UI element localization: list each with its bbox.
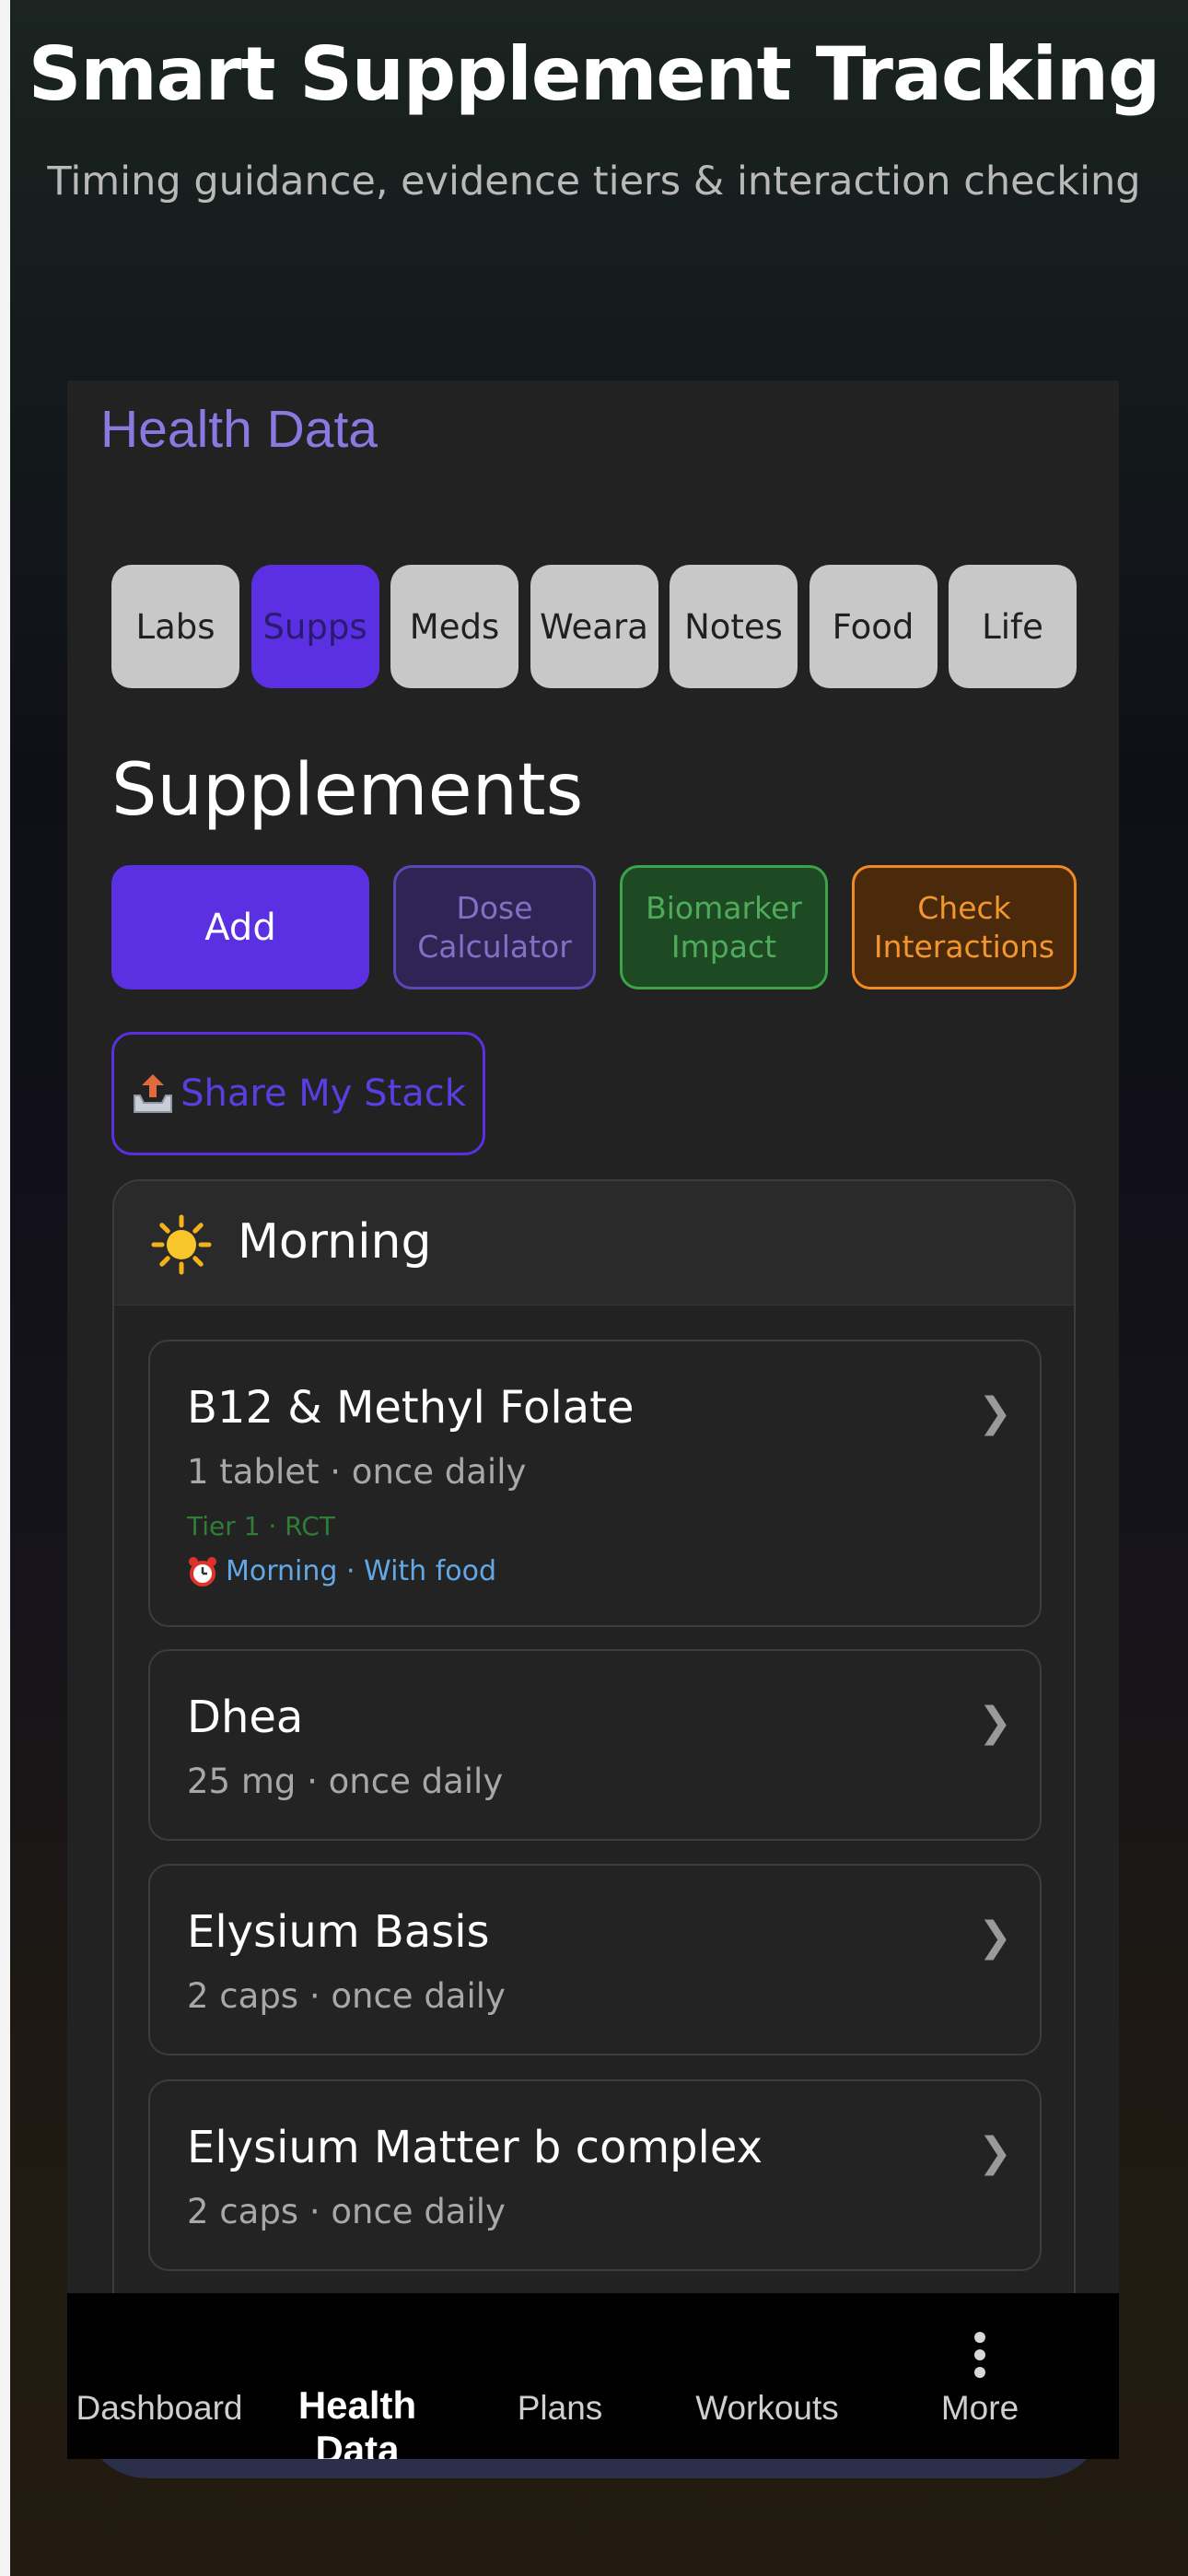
add-button[interactable]: Add [111,865,369,989]
supplement-card[interactable]: B12 & Methyl Folate 1 tablet · once dail… [148,1340,1042,1627]
tab-supps[interactable]: Supps [250,565,379,688]
add-button-label: Add [204,906,276,949]
chevron-right-icon: ❯ [978,2129,1012,2176]
supplement-name: Elysium Basis [187,1906,490,1958]
nav-dashboard-label: Dashboard [76,2389,243,2427]
dose-calculator-label-line2: Calculator [417,928,572,965]
evidence-tier: Tier 1 · RCT [187,1511,335,1541]
chevron-right-icon: ❯ [978,1699,1012,1746]
more-vertical-icon [974,2332,985,2384]
action-row: Add Dose Calculator Biomarker Impact Che… [111,865,1077,989]
supplement-dose: 2 caps · once daily [187,2192,506,2231]
sun-icon [151,1214,212,1275]
tab-labs[interactable]: Labs [111,565,239,688]
timing-guidance: Morning · With food [187,1555,496,1587]
tab-meds[interactable]: Meds [390,565,518,688]
share-stack-button[interactable]: Share My Stack [111,1032,485,1155]
window-edge [0,0,10,2576]
morning-group-header[interactable]: Morning [114,1181,1074,1306]
nav-workouts[interactable]: Workouts [657,2293,878,2459]
check-interactions-button[interactable]: Check Interactions [852,865,1077,989]
nav-more-label: More [940,2389,1019,2427]
biomarker-impact-label-line2: Impact [670,928,777,965]
biomarker-impact-label-line1: Biomarker [646,890,802,927]
tab-notes[interactable]: Notes [670,565,798,688]
supplement-card[interactable]: Dhea 25 mg · once daily ❯ [148,1649,1042,1841]
tab-bar: Labs Supps Meds Weara Notes Food Life [111,565,1077,688]
hero-subtitle: Timing guidance, evidence tiers & intera… [47,158,1141,205]
group-label: Morning [238,1214,432,1270]
morning-group: Morning B12 & Methyl Folate 1 tablet · o… [112,1179,1076,2459]
tab-life[interactable]: Life [949,565,1077,688]
hero-title: Smart Supplement Tracking [28,31,1160,117]
section-title: Supplements [111,749,584,832]
supplement-card[interactable]: Elysium Matter b complex 2 caps · once d… [148,2079,1042,2271]
dose-calculator-label-line1: Dose [456,890,533,927]
nav-dashboard[interactable]: Dashboard [67,2293,251,2459]
outbox-tray-icon [131,1073,175,1114]
tab-food[interactable]: Food [809,565,938,688]
share-stack-label: Share My Stack [181,1072,466,1115]
check-interactions-label-line2: Interactions [873,928,1055,965]
supplement-name: Dhea [187,1692,304,1743]
nav-health-data[interactable]: Health Data [251,2293,463,2459]
supplement-card[interactable]: Elysium Basis 2 caps · once daily ❯ [148,1864,1042,2055]
check-interactions-label-line1: Check [917,890,1011,927]
supplement-name: Elysium Matter b complex [187,2122,763,2173]
nav-plans[interactable]: Plans [463,2293,657,2459]
nav-more[interactable]: More [878,2293,1082,2459]
app-title: Health Data [100,400,379,459]
chevron-right-icon: ❯ [978,1389,1012,1436]
biomarker-impact-button[interactable]: Biomarker Impact [620,865,828,989]
tab-wearables[interactable]: Weara [530,565,658,688]
supplement-dose: 2 caps · once daily [187,1976,506,2016]
timing-text: Morning · With food [226,1555,497,1587]
nav-plans-label: Plans [517,2389,603,2427]
bottom-navigation: Dashboard Health Data Plans Workouts Mor… [67,2293,1119,2459]
supplement-dose: 25 mg · once daily [187,1762,504,1801]
nav-workouts-label: Workouts [695,2389,839,2427]
supplement-name: B12 & Methyl Folate [187,1382,635,1434]
supplement-dose: 1 tablet · once daily [187,1452,527,1492]
app-screen: Health Data Labs Supps Meds Weara Notes … [67,381,1119,2459]
alarm-clock-icon [189,1556,216,1587]
chevron-right-icon: ❯ [978,1914,1012,1961]
nav-health-data-label: Health Data [297,2383,417,2459]
dose-calculator-button[interactable]: Dose Calculator [393,865,596,989]
